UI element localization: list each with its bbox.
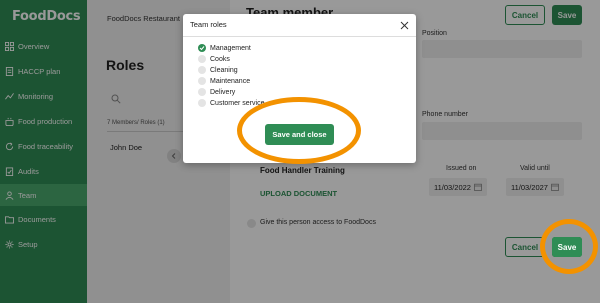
role-option-cleaning[interactable]: Cleaning bbox=[198, 66, 238, 74]
role-label: Cleaning bbox=[210, 66, 238, 74]
role-label: Management bbox=[210, 44, 251, 52]
highlight-circle-save-and-close bbox=[237, 97, 361, 164]
role-label: Cooks bbox=[210, 55, 230, 63]
role-label: Delivery bbox=[210, 88, 236, 96]
highlight-circle-save bbox=[540, 219, 598, 274]
divider bbox=[183, 36, 416, 37]
check-icon bbox=[199, 46, 205, 51]
role-option-delivery[interactable]: Delivery bbox=[198, 88, 235, 96]
role-option-management[interactable]: Management bbox=[198, 44, 251, 52]
checkbox-unchecked[interactable] bbox=[198, 77, 206, 85]
close-icon[interactable] bbox=[400, 21, 409, 30]
checkbox-unchecked[interactable] bbox=[198, 55, 206, 63]
checkbox-checked[interactable] bbox=[198, 44, 206, 52]
role-label: Maintenance bbox=[210, 77, 251, 85]
checkbox-unchecked[interactable] bbox=[198, 66, 206, 74]
modal-title: Team roles bbox=[190, 20, 227, 29]
checkbox-unchecked[interactable] bbox=[198, 99, 206, 107]
role-option-maintenance[interactable]: Maintenance bbox=[198, 77, 250, 85]
checkbox-unchecked[interactable] bbox=[198, 88, 206, 96]
role-option-cooks[interactable]: Cooks bbox=[198, 55, 230, 63]
